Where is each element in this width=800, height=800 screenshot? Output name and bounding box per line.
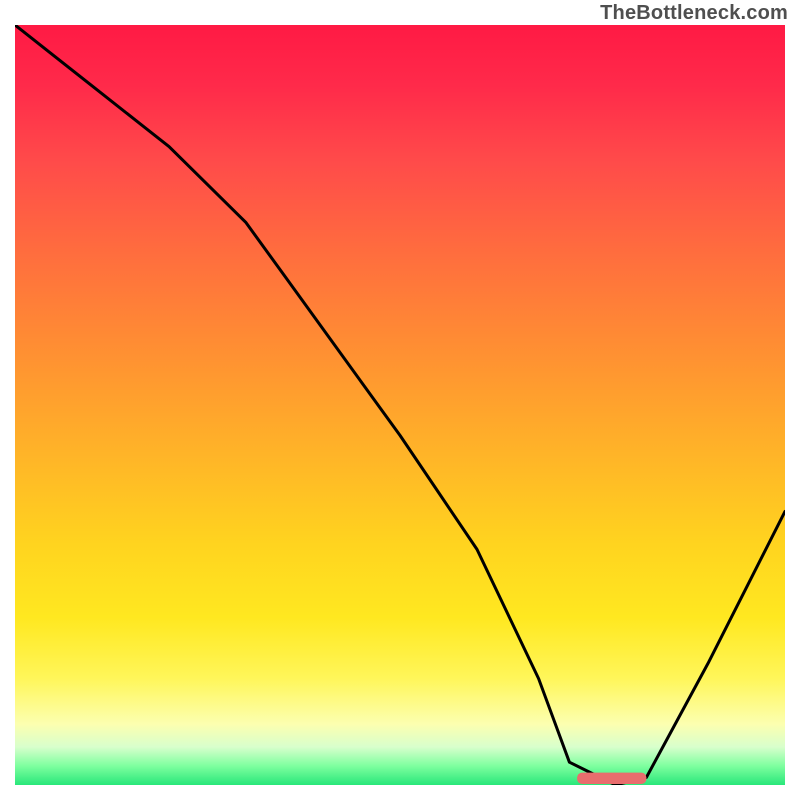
plot-area	[15, 25, 785, 785]
watermark-text: TheBottleneck.com	[600, 2, 788, 25]
heat-gradient-background	[15, 25, 785, 785]
bottleneck-chart: TheBottleneck.com	[0, 0, 800, 800]
